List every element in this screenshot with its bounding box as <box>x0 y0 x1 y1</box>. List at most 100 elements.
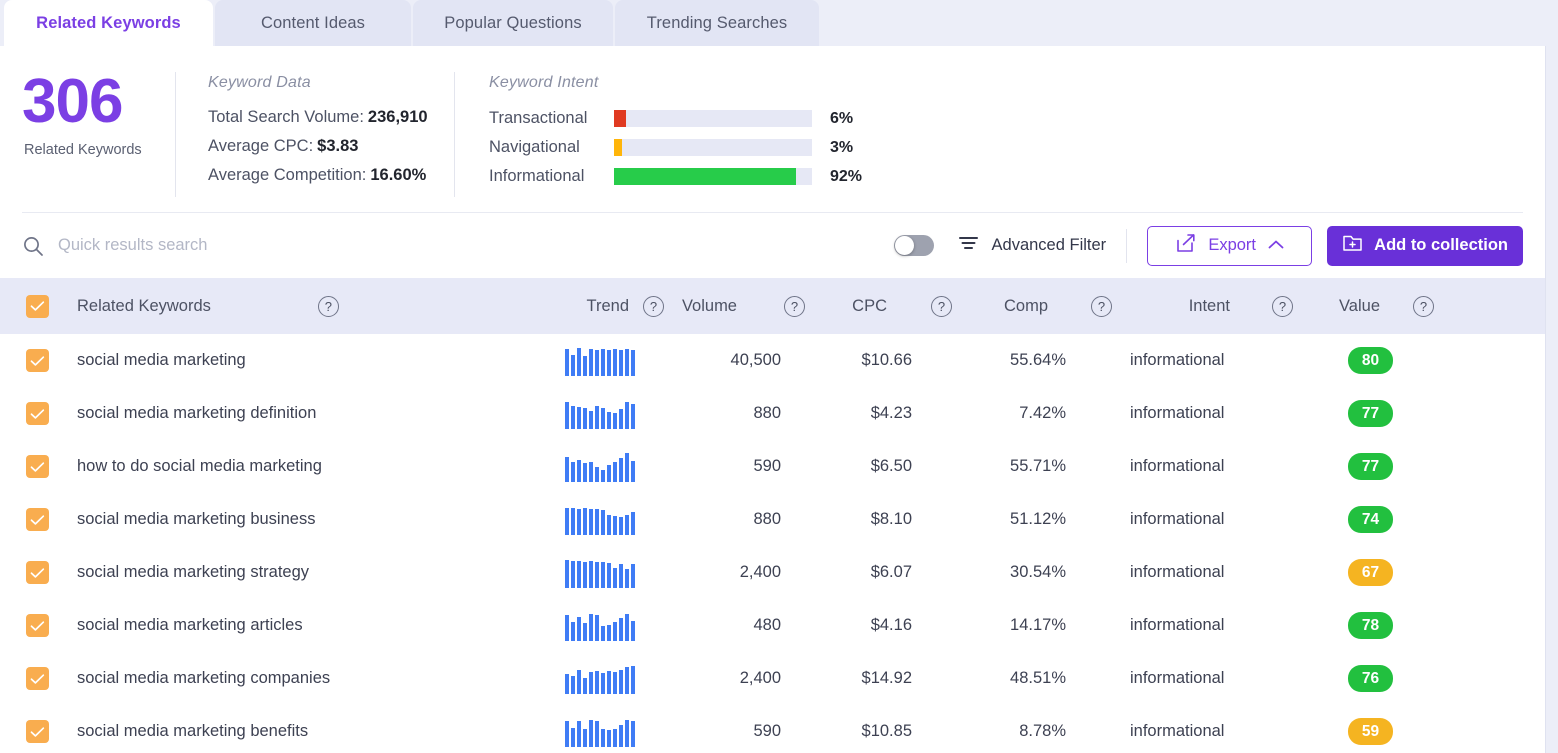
sparkline-bar <box>613 515 617 535</box>
search-input[interactable] <box>58 236 478 255</box>
sparkline-bar <box>565 401 569 429</box>
keyword-intent-row: Navigational 3% <box>489 137 1545 158</box>
add-to-collection-label: Add to collection <box>1374 236 1508 254</box>
help-icon[interactable]: ? <box>931 295 952 317</box>
column-header-keyword[interactable]: Related Keywords? <box>75 295 530 317</box>
export-icon <box>1175 233 1196 259</box>
row-checkbox[interactable] <box>26 508 49 531</box>
table-row[interactable]: social media marketing benefits 590 $10.85… <box>0 705 1545 753</box>
help-icon[interactable]: ? <box>1413 295 1434 317</box>
keyword-intent-bar <box>614 110 812 127</box>
value-badge: 76 <box>1348 665 1393 692</box>
sparkline-bar <box>631 621 635 641</box>
table-row[interactable]: social media marketing companies 2,400 $14… <box>0 652 1545 705</box>
cell-trend <box>530 558 670 588</box>
sparkline-bar <box>625 515 629 535</box>
sparkline-bar <box>589 561 593 588</box>
select-all-cell <box>0 294 75 318</box>
help-icon[interactable]: ? <box>1091 295 1112 317</box>
row-select-cell <box>0 614 75 637</box>
cell-keyword[interactable]: social media marketing <box>75 351 530 370</box>
value-badge: 74 <box>1348 506 1393 533</box>
column-header-intent[interactable]: Intent? <box>1118 295 1303 317</box>
keyword-data-panel: Keyword Data Total Search Volume: 236,910… <box>176 64 454 195</box>
export-button[interactable]: Export <box>1147 225 1313 266</box>
cell-cpc: $4.16 <box>870 616 912 634</box>
keyword-data-label: Average CPC: <box>208 137 314 155</box>
sparkline-bar <box>583 462 587 482</box>
column-header-cpc[interactable]: CPC? <box>805 295 955 317</box>
cell-keyword[interactable]: social media marketing companies <box>75 669 530 688</box>
cell-intent: informational <box>1130 722 1225 740</box>
table-row[interactable]: social media marketing business 880 $8.10 5… <box>0 493 1545 546</box>
cell-keyword[interactable]: how to do social media marketing <box>75 457 530 476</box>
sparkline-bar <box>583 355 587 376</box>
results-toggle[interactable] <box>893 235 934 256</box>
table-row[interactable]: social media marketing 40,500 $10.66 55.64%… <box>0 334 1545 387</box>
keyword-intent-bar-fill <box>614 168 797 185</box>
table-row[interactable]: social media marketing articles 480 $4.16 1… <box>0 599 1545 652</box>
sparkline-bar <box>565 615 569 641</box>
sparkline-bar <box>613 568 617 588</box>
help-icon[interactable]: ? <box>784 295 805 317</box>
cell-cpc: $10.66 <box>861 351 912 369</box>
sparkline-bar <box>577 508 581 535</box>
row-checkbox[interactable] <box>26 402 49 425</box>
sparkline-bar <box>619 724 623 747</box>
sparkline-bar <box>583 623 587 641</box>
tab-trending-searches[interactable]: Trending Searches <box>615 0 819 46</box>
column-header-comp[interactable]: Comp? <box>955 295 1118 317</box>
keyword-intent-title: Keyword Intent <box>489 74 599 91</box>
cell-value: 76 <box>1303 665 1443 692</box>
sparkline-bar <box>607 514 611 535</box>
sparkline-bar <box>577 669 581 694</box>
sparkline-bar <box>571 561 575 588</box>
keyword-data-title: Keyword Data <box>208 74 311 91</box>
tab-label: Content Ideas <box>260 13 366 32</box>
add-to-collection-button[interactable]: Add to collection <box>1327 225 1523 266</box>
keyword-data-label: Total Search Volume: <box>208 108 364 126</box>
sparkline-bar <box>631 511 635 535</box>
row-checkbox[interactable] <box>26 667 49 690</box>
tab-content-ideas[interactable]: Content Ideas <box>215 0 411 46</box>
cell-volume: 590 <box>753 722 781 740</box>
keyword-data-value: 236,910 <box>367 108 428 126</box>
column-header-label: Related Keywords <box>77 296 211 315</box>
cell-keyword[interactable]: social media marketing definition <box>75 404 530 423</box>
cell-cpc: $4.23 <box>870 404 912 422</box>
sparkline-bar <box>607 350 611 376</box>
column-header-value[interactable]: Value? <box>1303 295 1443 317</box>
tab-popular-questions[interactable]: Popular Questions <box>413 0 613 46</box>
help-icon[interactable]: ? <box>317 295 339 317</box>
row-checkbox[interactable] <box>26 614 49 637</box>
sparkline-bar <box>607 464 611 482</box>
advanced-filter-button[interactable]: Advanced Filter <box>958 235 1106 256</box>
sparkline-bar <box>613 461 617 482</box>
sparkline-bar <box>613 728 617 747</box>
keyword-data-row: Average CPC: $3.83 <box>208 137 454 156</box>
column-header-trend[interactable]: Trend? <box>530 295 670 317</box>
row-checkbox[interactable] <box>26 561 49 584</box>
help-icon[interactable]: ? <box>1272 295 1293 317</box>
sparkline-bar <box>589 348 593 376</box>
row-checkbox[interactable] <box>26 720 49 743</box>
sparkline-bar <box>571 406 575 429</box>
column-header-label: Volume <box>681 296 737 315</box>
cell-value: 78 <box>1303 612 1443 639</box>
table-row[interactable]: how to do social media marketing 590 $6.50… <box>0 440 1545 493</box>
tab-related-keywords[interactable]: Related Keywords <box>4 0 213 46</box>
table-row[interactable]: social media marketing strategy 2,400 $6.0… <box>0 546 1545 599</box>
sparkline-bar <box>589 462 593 482</box>
cell-keyword[interactable]: social media marketing articles <box>75 616 530 635</box>
column-header-volume[interactable]: Volume? <box>670 295 805 317</box>
cell-keyword[interactable]: social media marketing strategy <box>75 563 530 582</box>
select-all-checkbox[interactable] <box>26 294 49 318</box>
cell-keyword[interactable]: social media marketing business <box>75 510 530 529</box>
cell-keyword[interactable]: social media marketing benefits <box>75 722 530 741</box>
table-row[interactable]: social media marketing definition 880 $4.2… <box>0 387 1545 440</box>
cell-volume: 880 <box>753 510 781 528</box>
row-checkbox[interactable] <box>26 349 49 372</box>
help-icon[interactable]: ? <box>643 295 664 317</box>
sparkline-bar <box>619 516 623 535</box>
row-checkbox[interactable] <box>26 455 49 478</box>
